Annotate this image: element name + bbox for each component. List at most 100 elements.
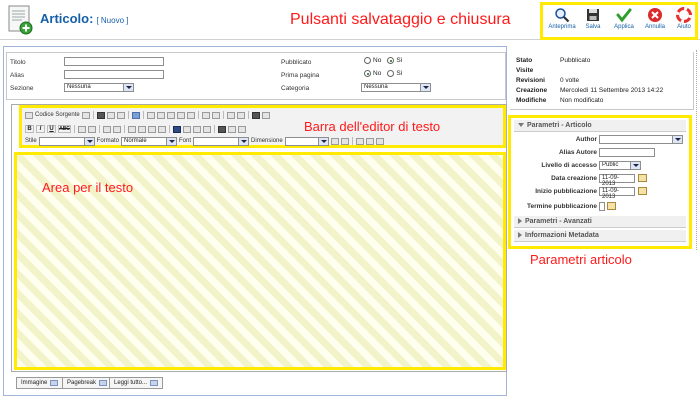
publish-end-label: Termine pubblicazione [527, 203, 597, 210]
paste-text-icon[interactable] [176, 111, 185, 119]
save-doc-icon[interactable] [96, 111, 105, 119]
print-icon[interactable] [201, 111, 210, 119]
align-left-icon[interactable] [173, 125, 181, 133]
cancel-button[interactable]: Annulla [640, 6, 670, 38]
show-blocks-icon[interactable] [365, 137, 374, 145]
find-icon[interactable] [251, 111, 260, 119]
alias-label: Alias [10, 72, 25, 79]
redo-icon[interactable] [236, 111, 245, 119]
readmore-button-label: Leggi tutto... [114, 380, 148, 386]
template-icon[interactable] [81, 111, 90, 119]
calendar-icon[interactable] [638, 174, 647, 182]
unlink-icon[interactable] [228, 125, 236, 133]
font-select[interactable] [193, 136, 250, 146]
article-add-icon [8, 5, 34, 35]
alias-input[interactable] [64, 70, 164, 79]
published-label: Pubblicato [281, 59, 312, 66]
revisions-label: Revisioni [516, 77, 545, 84]
templates-icon[interactable] [131, 111, 140, 119]
params-advanced-header[interactable]: Parametri - Avanzati [514, 216, 686, 228]
font-label: Font [179, 138, 192, 144]
italic-button[interactable]: I [36, 125, 45, 133]
author-select[interactable] [599, 135, 683, 144]
toolbar-separator [92, 111, 94, 119]
publish-start-input[interactable]: 11-09-2013 [599, 187, 635, 200]
section-select[interactable]: Nessuna [64, 83, 134, 92]
creation-date-label: Data creazione [551, 175, 597, 182]
pagebreak-icon [99, 380, 108, 386]
superscript-icon[interactable] [88, 125, 96, 133]
preview-doc-icon[interactable] [116, 111, 125, 119]
creation-date-input[interactable]: 11-09-2013 [599, 174, 635, 187]
size-select[interactable] [284, 136, 329, 146]
readmore-button[interactable]: Leggi tutto... [109, 377, 164, 389]
frontpage-yes-radio[interactable] [387, 70, 395, 77]
metadata-info-header[interactable]: Informazioni Metadata [514, 230, 686, 242]
author-alias-input[interactable] [599, 148, 655, 157]
new-doc-icon[interactable] [106, 111, 115, 119]
anchor-icon[interactable] [238, 125, 246, 133]
cut-icon[interactable] [146, 111, 155, 119]
published-yes-label: Sì [396, 57, 403, 64]
format-label: Formato [96, 138, 120, 144]
source-code-label[interactable]: Codice Sorgente [35, 112, 80, 118]
bg-color-icon[interactable] [340, 137, 349, 145]
toolbar-separator [169, 125, 170, 133]
access-level-value: Public [602, 162, 619, 168]
title-input[interactable] [64, 57, 164, 66]
toolbar-separator [197, 111, 199, 119]
subscript-icon[interactable] [78, 125, 86, 133]
apply-button[interactable]: Applica [609, 6, 639, 38]
replace-icon[interactable] [261, 111, 270, 119]
paste-icon[interactable] [166, 111, 175, 119]
outdent-icon[interactable] [128, 125, 136, 133]
params-article-header[interactable]: Parametri - Articolo [514, 120, 686, 132]
toolbar-separator [247, 111, 249, 119]
params-advanced-title: Parametri - Avanzati [525, 218, 592, 225]
category-select[interactable]: Nessuna [361, 83, 431, 92]
calendar-icon[interactable] [638, 187, 647, 195]
preview-button-label: Anteprima [548, 24, 576, 30]
spellcheck-icon[interactable] [211, 111, 220, 119]
calendar-icon[interactable] [607, 202, 616, 210]
preview-button[interactable]: Anteprima [547, 6, 577, 38]
blockquote-icon[interactable] [148, 125, 156, 133]
created-value: Mercoledì 11 Settembre 2013 14:22 [560, 87, 664, 94]
text-color-icon[interactable] [330, 137, 339, 145]
chevron-down-icon [518, 123, 524, 128]
about-icon[interactable] [375, 137, 384, 145]
toolbar-separator [351, 137, 353, 145]
chevron-down-icon [672, 136, 682, 143]
format-select[interactable]: Normale [121, 136, 178, 146]
format-select-value: Normale [124, 137, 147, 144]
align-justify-icon[interactable] [203, 125, 211, 133]
published-yes-radio[interactable] [387, 57, 395, 64]
numbered-list-icon[interactable] [103, 125, 111, 133]
published-no-radio[interactable] [364, 57, 371, 64]
align-right-icon[interactable] [193, 125, 201, 133]
source-code-icon[interactable] [25, 111, 33, 119]
save-button[interactable]: Salva [578, 6, 608, 38]
undo-icon[interactable] [226, 111, 235, 119]
access-level-select[interactable]: Public [599, 161, 641, 170]
link-icon[interactable] [218, 125, 226, 133]
indent-icon[interactable] [138, 125, 146, 133]
pagebreak-button[interactable]: Pagebreak [62, 377, 113, 389]
frontpage-no-radio[interactable] [364, 70, 371, 77]
save-button-label: Salva [585, 24, 601, 30]
modified-value: Non modificato [560, 97, 604, 104]
bullet-list-icon[interactable] [113, 125, 121, 133]
strikethrough-button[interactable]: ABC [58, 125, 71, 133]
paste-word-icon[interactable] [186, 111, 195, 119]
maximize-icon[interactable] [355, 137, 364, 145]
publish-end-input[interactable] [599, 202, 605, 211]
style-select[interactable] [38, 136, 95, 146]
revisions-value: 0 volte [560, 77, 580, 84]
bold-button[interactable]: B [25, 125, 34, 133]
copy-icon[interactable] [156, 111, 165, 119]
underline-button[interactable]: U [47, 125, 56, 133]
help-button[interactable]: Aiuto [669, 6, 699, 38]
div-icon[interactable] [158, 125, 166, 133]
image-button[interactable]: Immagine [16, 377, 64, 389]
align-center-icon[interactable] [183, 125, 191, 133]
